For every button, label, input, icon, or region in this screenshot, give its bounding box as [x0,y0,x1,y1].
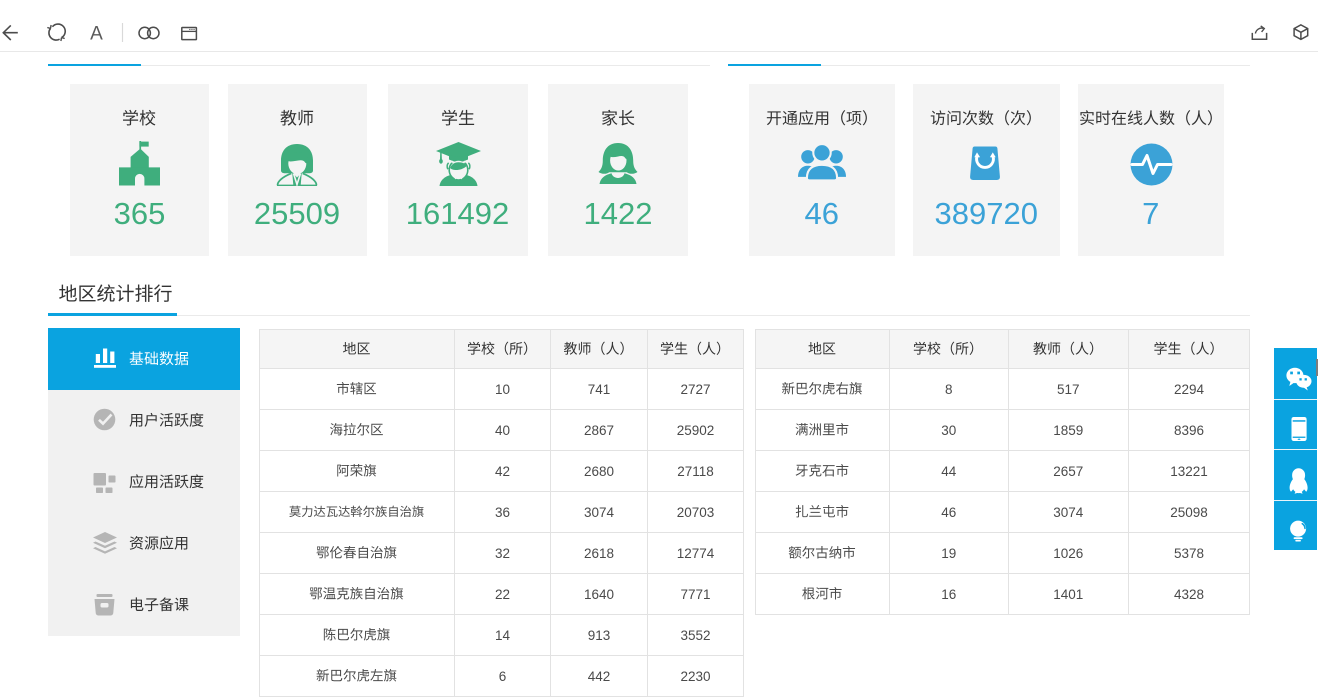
svg-text:A: A [90,23,103,44]
